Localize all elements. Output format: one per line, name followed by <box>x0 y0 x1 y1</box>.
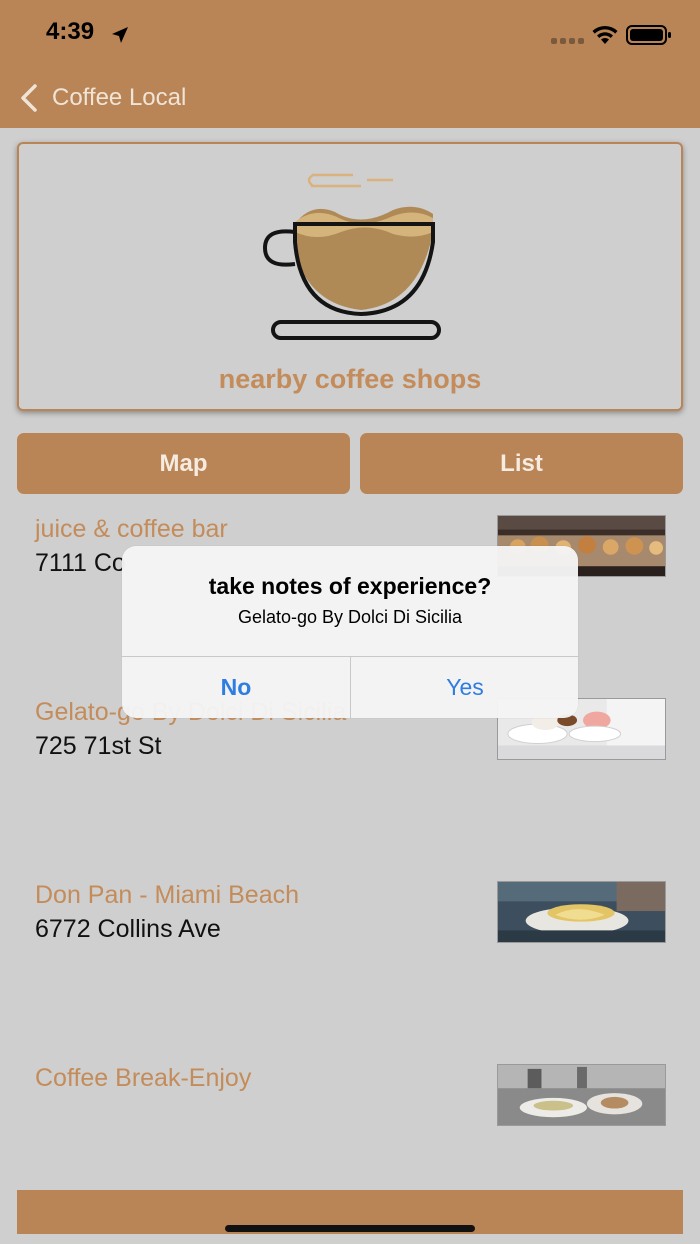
no-button[interactable]: No <box>122 657 350 718</box>
alert-message: Gelato-go By Dolci Di Sicilia <box>237 607 463 627</box>
yes-button[interactable]: Yes <box>351 657 578 718</box>
alert-title: take notes of experience? <box>208 573 492 599</box>
alert-dialog: take notes of experience? Gelato-go By D… <box>122 546 578 718</box>
